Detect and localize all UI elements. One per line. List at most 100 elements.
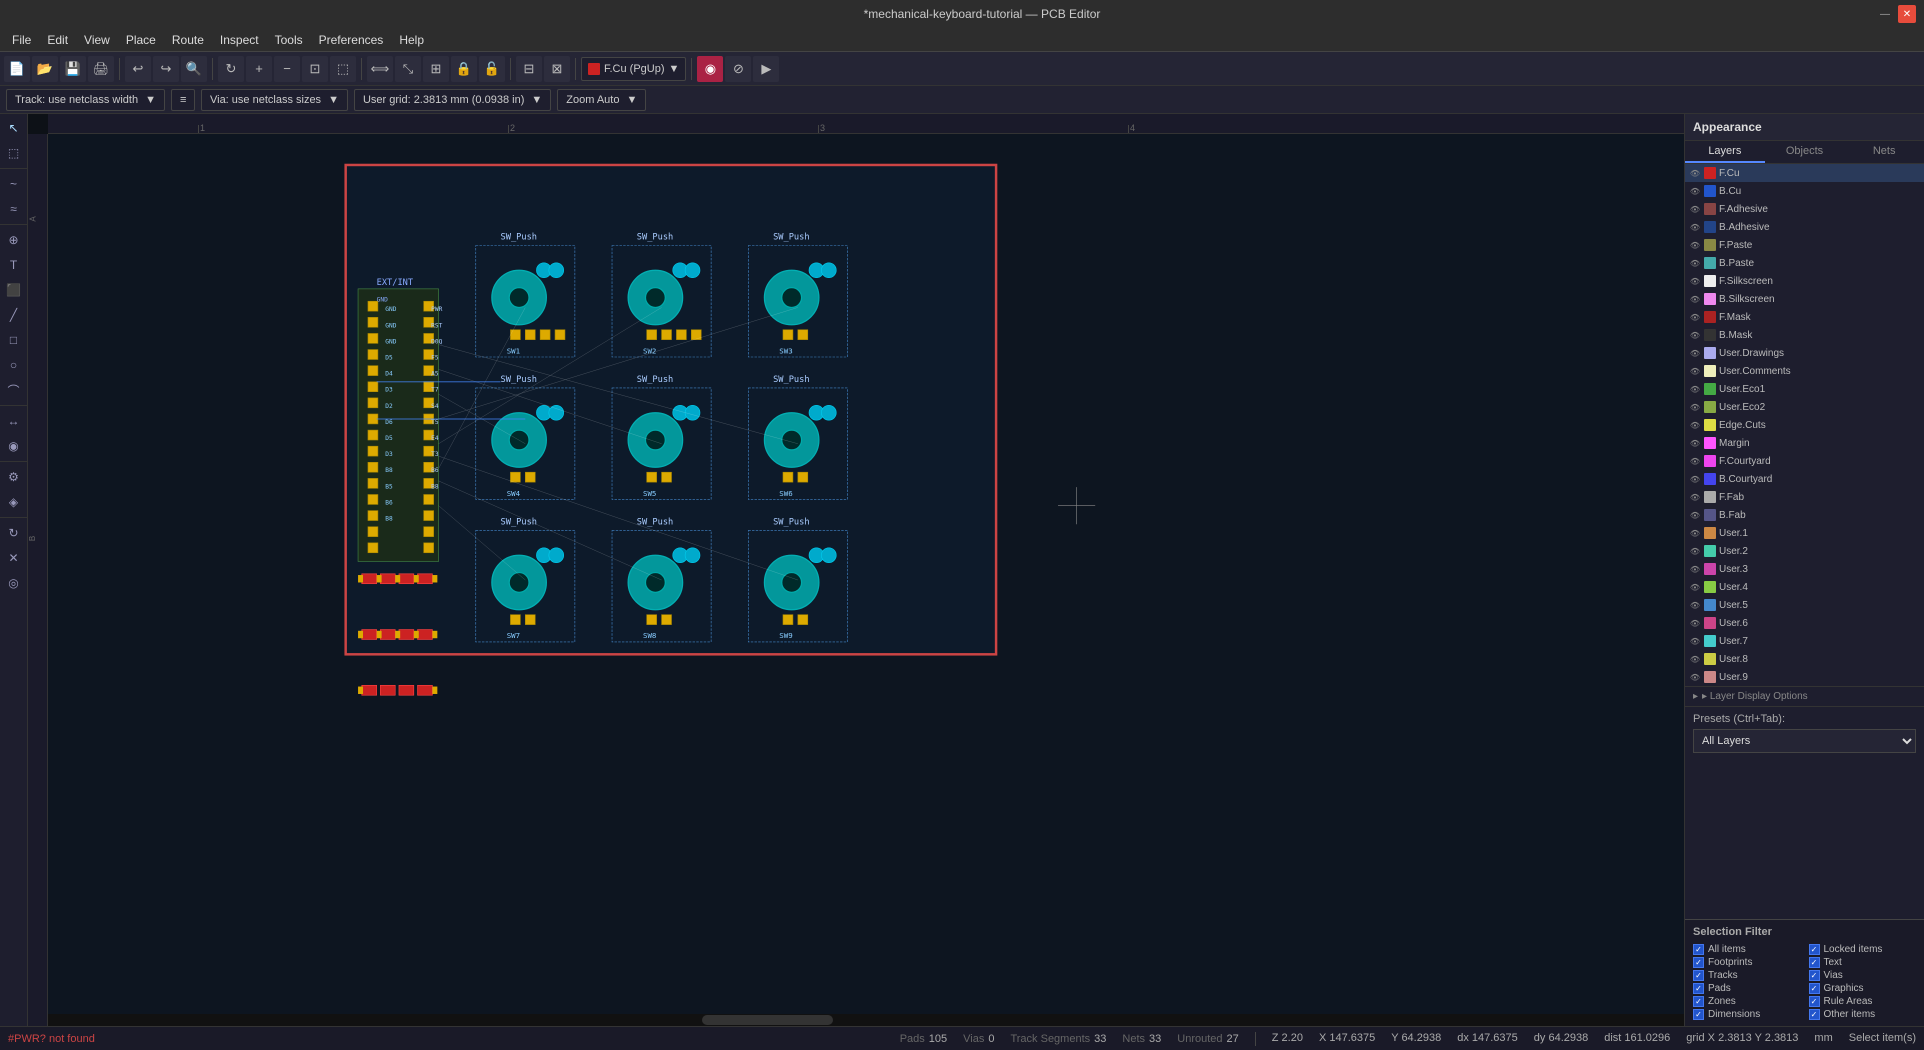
layer-color-f-fab[interactable] bbox=[1704, 491, 1716, 503]
layer-row-user-eco1[interactable]: 👁User.Eco1 bbox=[1685, 380, 1924, 398]
redo-button[interactable]: ↪ bbox=[153, 56, 179, 82]
menu-place[interactable]: Place bbox=[118, 31, 164, 49]
horizontal-scrollbar[interactable] bbox=[48, 1014, 1684, 1026]
sel-locked-items-check[interactable]: ✓ bbox=[1809, 944, 1820, 955]
layer-color-b-courtyard[interactable] bbox=[1704, 473, 1716, 485]
sel-tracks[interactable]: ✓ Tracks bbox=[1693, 970, 1801, 981]
layer-row-b-silkscreen[interactable]: 👁B.Silkscreen bbox=[1685, 290, 1924, 308]
layer-eye-f-cu[interactable]: 👁 bbox=[1689, 167, 1701, 179]
layer-row-edge-cuts[interactable]: 👁Edge.Cuts bbox=[1685, 416, 1924, 434]
layer-color-b-cu[interactable] bbox=[1704, 185, 1716, 197]
layer-eye-user-7[interactable]: 👁 bbox=[1689, 635, 1701, 647]
route-diff-pair-tool[interactable]: ≈ bbox=[2, 197, 26, 221]
zoom-fit-button[interactable]: ⊡ bbox=[302, 56, 328, 82]
layer-row-user-eco2[interactable]: 👁User.Eco2 bbox=[1685, 398, 1924, 416]
drc-button[interactable]: ⊘ bbox=[725, 56, 751, 82]
layer-eye-user-8[interactable]: 👁 bbox=[1689, 653, 1701, 665]
sel-zones-check[interactable]: ✓ bbox=[1693, 996, 1704, 1007]
select-tool[interactable]: ↖ bbox=[2, 116, 26, 140]
draw-line-tool[interactable]: ╱ bbox=[2, 303, 26, 327]
layer-row-b-courtyard[interactable]: 👁B.Courtyard bbox=[1685, 470, 1924, 488]
layer-row-user-5[interactable]: 👁User.5 bbox=[1685, 596, 1924, 614]
layer-row-user-comments[interactable]: 👁User.Comments bbox=[1685, 362, 1924, 380]
layer-color-b-paste[interactable] bbox=[1704, 257, 1716, 269]
layer-color-user-drawings[interactable] bbox=[1704, 347, 1716, 359]
layer-row-f-silkscreen[interactable]: 👁F.Silkscreen bbox=[1685, 272, 1924, 290]
array-button[interactable]: ⊞ bbox=[423, 56, 449, 82]
select-area-tool[interactable]: ⬚ bbox=[2, 141, 26, 165]
mirror-button[interactable]: ⤡ bbox=[395, 56, 421, 82]
layer-eye-b-adhesive[interactable]: 👁 bbox=[1689, 221, 1701, 233]
add-text-tool[interactable]: T bbox=[2, 253, 26, 277]
menu-route[interactable]: Route bbox=[164, 31, 212, 49]
layer-row-user-9[interactable]: 👁User.9 bbox=[1685, 668, 1924, 686]
track-width-icon[interactable]: ≡ bbox=[171, 89, 195, 111]
sel-zones[interactable]: ✓ Zones bbox=[1693, 996, 1801, 1007]
layer-eye-f-fab[interactable]: 👁 bbox=[1689, 491, 1701, 503]
layer-eye-user-2[interactable]: 👁 bbox=[1689, 545, 1701, 557]
layer-eye-f-adhesive[interactable]: 👁 bbox=[1689, 203, 1701, 215]
layer-eye-margin[interactable]: 👁 bbox=[1689, 437, 1701, 449]
layer-dropdown[interactable]: F.Cu (PgUp) ▼ bbox=[581, 57, 686, 81]
layer-eye-user-1[interactable]: 👁 bbox=[1689, 527, 1701, 539]
layer-color-user-eco2[interactable] bbox=[1704, 401, 1716, 413]
save-button[interactable]: 💾 bbox=[60, 56, 86, 82]
via-size-dropdown[interactable]: Via: use netclass sizes ▼ bbox=[201, 89, 348, 111]
layer-row-user-3[interactable]: 👁User.3 bbox=[1685, 560, 1924, 578]
menu-file[interactable]: File bbox=[4, 31, 39, 49]
layer-color-f-courtyard[interactable] bbox=[1704, 455, 1716, 467]
layer-color-b-adhesive[interactable] bbox=[1704, 221, 1716, 233]
layer-color-user-3[interactable] bbox=[1704, 563, 1716, 575]
presets-select[interactable]: All Layers No Layers Default bbox=[1693, 729, 1916, 753]
new-button[interactable]: 📄 bbox=[4, 56, 30, 82]
highlight-button[interactable]: ◉ bbox=[697, 56, 723, 82]
layer-row-user-2[interactable]: 👁User.2 bbox=[1685, 542, 1924, 560]
layer-color-f-cu[interactable] bbox=[1704, 167, 1716, 179]
sel-all-items[interactable]: ✓ All items bbox=[1693, 944, 1801, 955]
layer-eye-f-mask[interactable]: 👁 bbox=[1689, 311, 1701, 323]
layer-color-user-6[interactable] bbox=[1704, 617, 1716, 629]
layer-options-toggle[interactable]: ▸ ▸ Layer Display Options bbox=[1693, 691, 1916, 702]
sel-rule-areas[interactable]: ✓ Rule Areas bbox=[1809, 996, 1917, 1007]
layer-row-margin[interactable]: 👁Margin bbox=[1685, 434, 1924, 452]
layer-eye-user-comments[interactable]: 👁 bbox=[1689, 365, 1701, 377]
layer-eye-edge-cuts[interactable]: 👁 bbox=[1689, 419, 1701, 431]
layer-row-f-mask[interactable]: 👁F.Mask bbox=[1685, 308, 1924, 326]
sel-vias-check[interactable]: ✓ bbox=[1809, 970, 1820, 981]
layer-eye-user-3[interactable]: 👁 bbox=[1689, 563, 1701, 575]
layer-eye-user-9[interactable]: 👁 bbox=[1689, 671, 1701, 683]
tab-layers[interactable]: Layers bbox=[1685, 141, 1765, 163]
tab-nets[interactable]: Nets bbox=[1844, 141, 1924, 163]
open-button[interactable]: 📂 bbox=[32, 56, 58, 82]
clear-tool[interactable]: ◎ bbox=[2, 571, 26, 595]
sel-vias[interactable]: ✓ Vias bbox=[1809, 970, 1917, 981]
menu-help[interactable]: Help bbox=[391, 31, 432, 49]
zoom-area-button[interactable]: ⬚ bbox=[330, 56, 356, 82]
net-inspector[interactable]: ⊠ bbox=[544, 56, 570, 82]
sel-all-items-check[interactable]: ✓ bbox=[1693, 944, 1704, 955]
search-button[interactable]: 🔍 bbox=[181, 56, 207, 82]
minimize-button[interactable]: — bbox=[1876, 5, 1894, 23]
zoom-dropdown[interactable]: Zoom Auto ▼ bbox=[557, 89, 646, 111]
layer-color-edge-cuts[interactable] bbox=[1704, 419, 1716, 431]
layer-row-f-adhesive[interactable]: 👁F.Adhesive bbox=[1685, 200, 1924, 218]
layer-color-f-silkscreen[interactable] bbox=[1704, 275, 1716, 287]
layer-color-b-silkscreen[interactable] bbox=[1704, 293, 1716, 305]
layer-color-f-adhesive[interactable] bbox=[1704, 203, 1716, 215]
layer-color-user-4[interactable] bbox=[1704, 581, 1716, 593]
layer-eye-user-drawings[interactable]: 👁 bbox=[1689, 347, 1701, 359]
draw-circle-tool[interactable]: ○ bbox=[2, 353, 26, 377]
menu-inspect[interactable]: Inspect bbox=[212, 31, 267, 49]
layer-row-f-courtyard[interactable]: 👁F.Courtyard bbox=[1685, 452, 1924, 470]
sel-rule-areas-check[interactable]: ✓ bbox=[1809, 996, 1820, 1007]
layer-color-margin[interactable] bbox=[1704, 437, 1716, 449]
menu-view[interactable]: View bbox=[76, 31, 118, 49]
layer-eye-b-cu[interactable]: 👁 bbox=[1689, 185, 1701, 197]
print-button[interactable]: 🖨 bbox=[88, 56, 114, 82]
layer-row-user-8[interactable]: 👁User.8 bbox=[1685, 650, 1924, 668]
refresh-button[interactable]: ↻ bbox=[218, 56, 244, 82]
sel-graphics-check[interactable]: ✓ bbox=[1809, 983, 1820, 994]
menu-preferences[interactable]: Preferences bbox=[311, 31, 392, 49]
layer-row-b-cu[interactable]: 👁B.Cu bbox=[1685, 182, 1924, 200]
layer-row-user-4[interactable]: 👁User.4 bbox=[1685, 578, 1924, 596]
